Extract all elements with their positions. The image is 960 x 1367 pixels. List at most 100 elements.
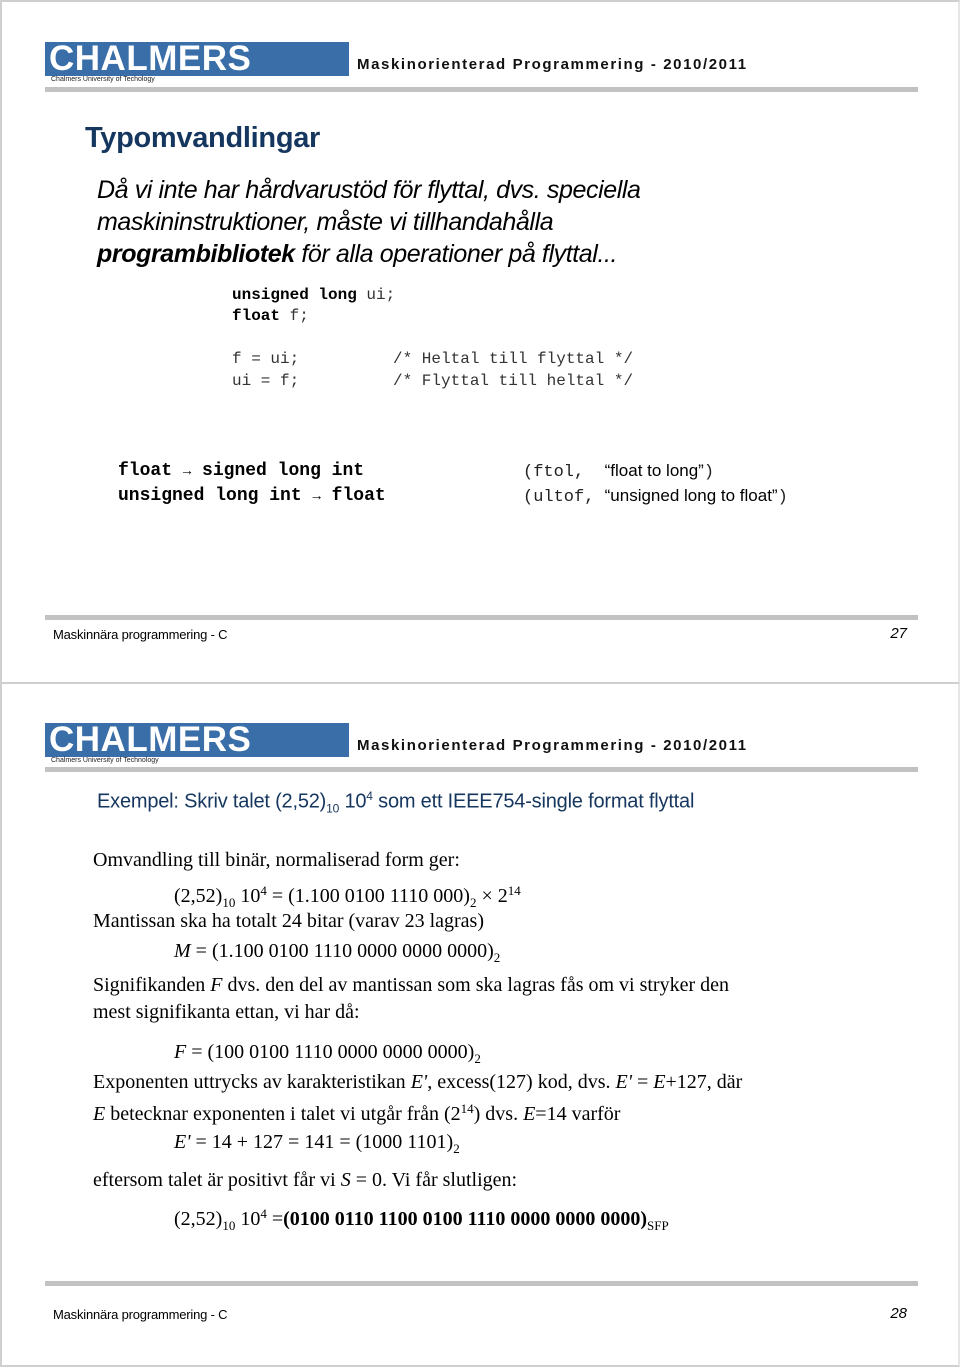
conversion-function: (ftol, “float to long”)	[523, 461, 714, 482]
eq-part: 10	[235, 1208, 261, 1230]
code-comment: /* Flyttal till heltal */	[393, 372, 634, 390]
text-line: Signifikanden F dvs. den del av mantissa…	[93, 973, 843, 997]
equation-mantissa: M = (1.100 0100 1110 0000 0000 0000)2	[174, 939, 500, 970]
text-line: Mantissan ska ha totalt 24 bitar (varav …	[93, 910, 484, 932]
variable: E	[523, 1103, 536, 1125]
header-rule	[45, 87, 918, 92]
variable: E	[653, 1071, 666, 1093]
eq-part: = 14 + 127 = 141 = (1000 1101)	[190, 1131, 454, 1153]
variable: E'	[174, 1131, 191, 1153]
subscript: 2	[474, 1051, 481, 1066]
chalmers-logo: CHALMERS	[45, 720, 349, 759]
intro-paragraph: Då vi inte har hårdvarustöd för flyttal,…	[97, 174, 797, 270]
function-description: “float to long”	[604, 461, 704, 480]
eq-part: (2,52)	[174, 885, 223, 907]
function-description: “unsigned long to float”	[604, 486, 778, 505]
code-text: f;	[280, 307, 309, 325]
intro-line: maskininstruktioner, måste vi tillhandah…	[97, 208, 554, 236]
text-part: Exponenten uttrycks av karakteristikan	[93, 1071, 411, 1093]
arrow-right-icon: →	[312, 489, 321, 505]
text-part: dvs. den del av mantissan som ska lagras…	[222, 974, 729, 996]
variable: M	[174, 940, 191, 962]
paren: )	[777, 488, 788, 507]
eq-part: 10	[235, 885, 261, 907]
text-part: betecknar exponenten i talet vi utgår fr…	[105, 1103, 461, 1125]
variable: F	[210, 974, 223, 996]
text-part: +127, där	[665, 1071, 743, 1093]
text-part: eftersom talet är positivt får vi	[93, 1169, 341, 1191]
code-statement: ui = f;	[232, 372, 300, 390]
conversion-row: unsigned long int → float	[118, 486, 386, 506]
intro-line: Då vi inte har hårdvarustöd för flyttal,…	[97, 176, 641, 204]
intro-line: programbibliotek för alla operationer på…	[97, 238, 797, 270]
subscript: SFP	[647, 1218, 669, 1233]
text-part: , excess(127) kod, dvs.	[427, 1071, 616, 1093]
function-name: (ultof,	[523, 488, 595, 507]
subscript: 10	[222, 1218, 236, 1233]
title-text: Exempel: Skriv talet (2,52)	[97, 790, 327, 813]
text-part: =14 varför	[535, 1103, 621, 1125]
eq-part: =	[266, 1208, 284, 1230]
conversion-from: unsigned long int	[118, 486, 302, 506]
arrow-right-icon: →	[182, 464, 192, 480]
subscript: 10	[222, 895, 236, 910]
code-keyword: float	[232, 307, 281, 325]
text-part: Signifikanden	[93, 974, 211, 996]
page-number: 28	[890, 1305, 907, 1322]
text-line: E betecknar exponenten i talet vi utgår …	[93, 1097, 620, 1126]
eq-part: = (1.100 0100 1110 0000 0000 0000)	[190, 940, 494, 962]
footer-course-name: Maskinnära programmering - C	[53, 1307, 228, 1322]
course-title: Maskinorienterad Programmering - 2010/20…	[357, 56, 748, 73]
code-text: ui;	[356, 286, 396, 304]
eq-part: = (100 0100 1110 0000 0000 0000)	[186, 1041, 475, 1063]
eq-part: × 2	[476, 885, 508, 907]
subscript: 2	[453, 1141, 460, 1156]
logo-wordmark: CHALMERS	[49, 720, 252, 759]
code-statement: f = ui;	[232, 350, 300, 368]
slide-heading: Typomvandlingar	[85, 122, 321, 154]
conversion-to: signed long int	[202, 461, 365, 481]
eq-part: (2,52)	[174, 1208, 223, 1230]
code-declaration: unsigned long ui;	[232, 285, 395, 306]
paren: )	[703, 463, 715, 482]
footer-course-name: Maskinnära programmering - C	[53, 627, 228, 642]
text-line: mest signifikanta ettan, vi har då:	[93, 1001, 360, 1023]
intro-bold-term: programbibliotek	[97, 240, 295, 268]
footer-rule	[45, 1281, 918, 1286]
variable: S	[340, 1169, 351, 1191]
code-comment: /* Heltal till flyttal */	[393, 350, 634, 368]
text-part: = 0. Vi får slutligen:	[350, 1169, 518, 1191]
conversion-to: float	[331, 486, 386, 506]
text-part: =	[632, 1071, 654, 1093]
subscript: 10	[326, 801, 340, 816]
superscript: 14	[460, 1101, 474, 1116]
text-line: eftersom talet är positivt får vi S = 0.…	[93, 1168, 517, 1192]
page-number: 27	[890, 625, 907, 642]
variable: E	[93, 1103, 106, 1125]
text-part: ) dvs.	[473, 1103, 524, 1125]
title-text: 10	[339, 790, 367, 813]
equation-exponent: E' = 14 + 127 = 141 = (1000 1101)2	[174, 1130, 460, 1161]
logo-subtitle: Chalmers University of Technology	[51, 757, 159, 764]
conversion-row: float → signed long int	[118, 461, 364, 481]
subscript: 2	[493, 950, 501, 965]
example-title: Exempel: Skriv talet (2,52)10 104 som et…	[97, 789, 694, 816]
title-text: som ett IEEE754-single format flyttal	[372, 790, 695, 813]
header-rule	[45, 767, 918, 772]
conversion-function: (ultof, “unsigned long to float”)	[523, 486, 788, 507]
result-bits: (0100 0110 1100 0100 1110 0000 0000 0000…	[283, 1208, 648, 1230]
text-line: Exponenten uttrycks av karakteristikan E…	[93, 1070, 742, 1094]
intro-line-rest: för alla operationer på flyttal...	[294, 240, 618, 268]
variable: F	[174, 1041, 187, 1063]
code-declaration: float f;	[232, 306, 309, 327]
variable: E'	[615, 1071, 633, 1093]
logo-subtitle: Chalmers University of Techology	[51, 76, 155, 83]
logo-wordmark: CHALMERS	[49, 39, 252, 78]
text-line: Omvandling till binär, normaliserad form…	[93, 849, 460, 871]
code-keyword: unsigned long	[232, 286, 357, 304]
variable: E'	[410, 1071, 428, 1093]
footer-rule	[45, 615, 918, 620]
course-title: Maskinorienterad Programmering - 2010/20…	[357, 737, 748, 754]
slide-28: CHALMERS Chalmers University of Technolo…	[0, 684, 960, 1367]
slide-27: CHALMERS Chalmers University of Techolog…	[0, 0, 960, 684]
